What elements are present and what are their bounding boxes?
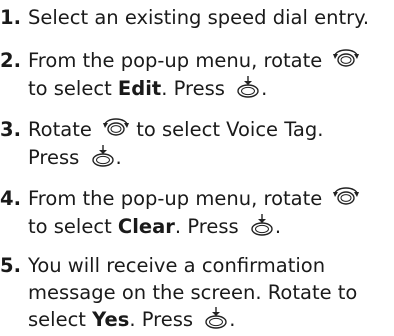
step-text: to select	[28, 77, 118, 100]
rotate-knob-icon	[332, 185, 360, 209]
step-2: 2. From the pop-up menu, rotate to select…	[0, 47, 390, 103]
step-text: You will receive a confirmation	[28, 254, 326, 277]
menu-option-edit: Edit	[117, 77, 162, 100]
step-text: Rotate	[28, 118, 92, 141]
press-knob-icon	[203, 306, 229, 330]
step-number: 3.	[0, 118, 21, 141]
step-3: 3. Rotate to select Voice Tag. Press .	[0, 116, 390, 172]
press-knob-icon	[249, 213, 275, 237]
step-text: Press	[28, 146, 80, 169]
step-5: 5. You will receive a confirmation messag…	[0, 252, 390, 334]
step-text: .	[274, 215, 282, 238]
step-text: message on the screen. Rotate to	[28, 281, 358, 304]
step-number: 4.	[0, 187, 21, 210]
menu-option-yes: Yes	[92, 308, 130, 331]
step-text: . Press	[161, 77, 225, 100]
step-1: 1. Select an existing speed dial entry.	[0, 4, 390, 32]
step-number: 5.	[0, 254, 21, 277]
step-text: .	[261, 77, 268, 100]
menu-option-clear: Clear	[117, 215, 175, 238]
step-text: Select an existing speed dial entry.	[28, 6, 370, 29]
step-text: to select	[28, 215, 118, 238]
step-4: 4. From the pop-up menu, rotate to select…	[0, 185, 390, 241]
step-text: .	[229, 308, 236, 331]
step-number: 1.	[0, 6, 21, 29]
press-knob-icon	[235, 75, 261, 99]
instruction-steps: 1. Select an existing speed dial entry. 2…	[0, 0, 394, 336]
step-text: select	[28, 308, 93, 331]
press-knob-icon	[90, 144, 116, 168]
step-text: . Press	[174, 215, 239, 238]
step-text: From the pop-up menu, rotate	[28, 187, 323, 210]
step-number: 2.	[0, 49, 21, 72]
step-text: . Press	[129, 308, 194, 331]
rotate-knob-icon	[102, 116, 130, 140]
step-text: to select Voice Tag.	[136, 118, 324, 141]
step-text: .	[115, 146, 122, 169]
step-text: From the pop-up menu, rotate	[28, 49, 323, 72]
rotate-knob-icon	[332, 47, 360, 71]
